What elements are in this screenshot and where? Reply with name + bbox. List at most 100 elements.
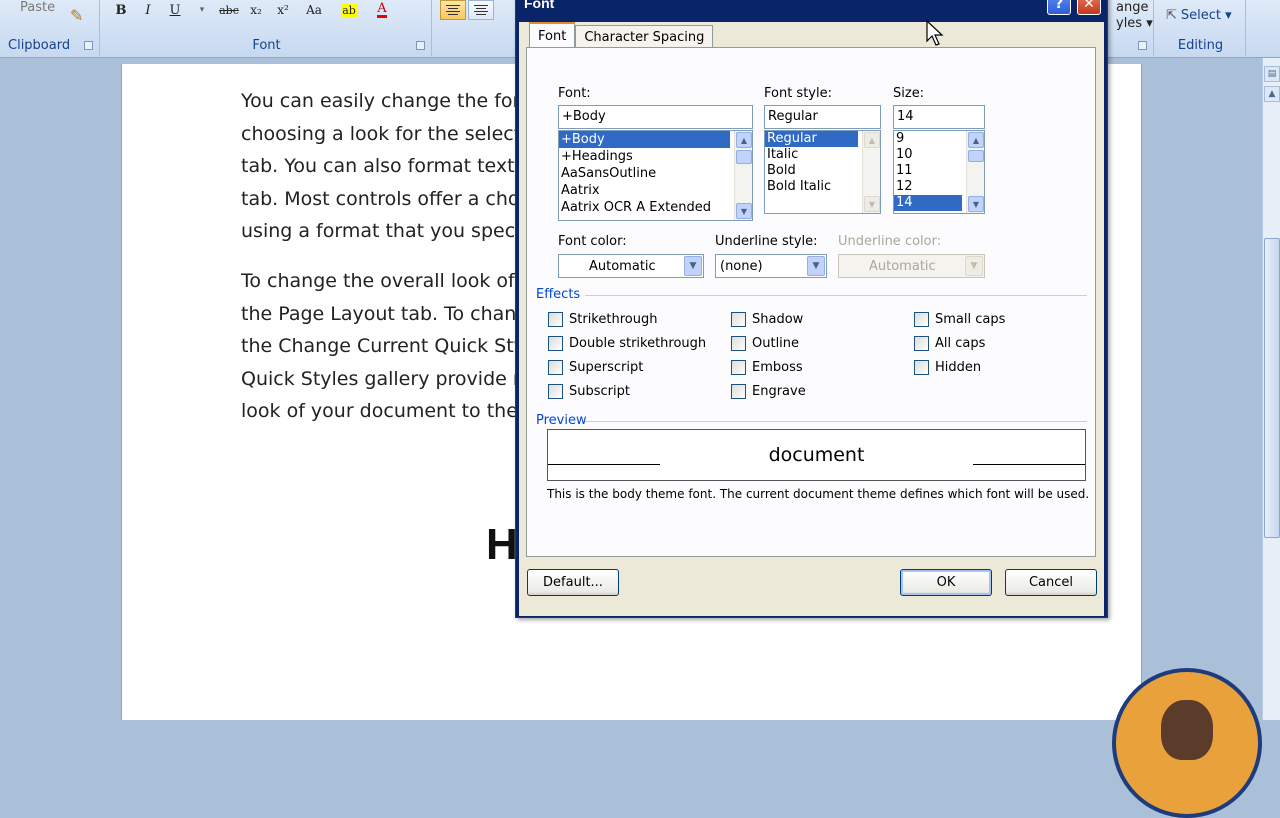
font-group-label: Font [252,38,281,53]
checkbox-label: All caps [935,336,986,351]
scroll-down-icon[interactable]: ▼ [736,203,752,219]
font-input[interactable]: +Body [558,105,753,129]
font-launcher-icon[interactable] [416,41,425,50]
document-heading[interactable]: H [486,520,518,570]
font-color-button[interactable]: A [367,0,397,20]
checkbox-box[interactable] [731,336,746,351]
scroll-up-icon[interactable]: ▲ [1264,86,1280,102]
help-icon[interactable]: ? [1047,0,1071,15]
superscript-checkbox[interactable]: Superscript [548,360,643,375]
tab-character-spacing[interactable]: Character Spacing [575,25,714,49]
italic-button[interactable]: I [135,0,161,20]
style-list-scrollbar[interactable]: ▲ ▼ [862,131,880,213]
underline-dropdown-icon[interactable]: ▾ [189,0,215,20]
paragraph-align-row [440,0,494,20]
font-list-item[interactable]: Aatrix OCR A Extended [559,199,752,216]
checkbox-box[interactable] [731,360,746,375]
cancel-button[interactable]: Cancel [1005,569,1097,596]
highlight-button[interactable]: ab [332,0,366,20]
scroll-up-icon[interactable]: ▲ [968,132,984,148]
scroll-up-icon[interactable]: ▲ [736,132,752,148]
font-style-input[interactable]: Regular [764,105,881,129]
change-styles-button[interactable]: ange yles ▾ [1116,0,1153,32]
scroll-thumb[interactable] [968,150,984,162]
font-tab-panel: Font: +Body +Body +Headings AaSansOutlin… [526,47,1096,557]
bold-button[interactable]: B [108,0,134,20]
superscript-button[interactable]: x² [270,0,296,20]
font-list-item[interactable]: +Body [559,131,730,148]
double-strikethrough-checkbox[interactable]: Double strikethrough [548,336,706,351]
emboss-checkbox[interactable]: Emboss [731,360,803,375]
select-button[interactable]: ⇱ Select ▾ [1166,8,1232,23]
checkbox-box[interactable] [731,384,746,399]
strikethrough-button[interactable]: abc [216,0,242,20]
underline-color-dropdown[interactable]: Automatic ▼ [838,254,985,278]
format-painter-icon[interactable]: ✎ [70,6,83,25]
outline-checkbox[interactable]: Outline [731,336,799,351]
font-color-dropdown[interactable]: Automatic ▼ [558,254,704,278]
subscript-checkbox[interactable]: Subscript [548,384,630,399]
font-style-list[interactable]: Regular Italic Bold Bold Italic ▲ ▼ [764,130,881,214]
document-paragraph-1[interactable]: You can easily change the for choosing a… [241,85,521,248]
font-list-item[interactable]: +Headings [559,148,752,165]
checkbox-box[interactable] [548,360,563,375]
small-caps-checkbox[interactable]: Small caps [914,312,1005,327]
underline-button[interactable]: U [162,0,188,20]
size-list-item[interactable]: 14 [894,195,962,211]
document-paragraph-2[interactable]: To change the overall look of the Page L… [241,265,525,428]
checkbox-box[interactable] [914,336,929,351]
default-button[interactable]: Default... [527,569,619,596]
align-left-button[interactable] [440,0,466,20]
doc-line: To change the overall look of [241,270,515,292]
style-list-item[interactable]: Regular [765,131,858,147]
scroll-down-icon[interactable]: ▼ [864,196,880,212]
hidden-checkbox[interactable]: Hidden [914,360,981,375]
scroll-down-icon[interactable]: ▼ [968,196,984,212]
checkbox-box[interactable] [548,312,563,327]
ok-button[interactable]: OK [900,569,992,596]
vertical-scrollbar[interactable]: ▤ ▲ [1262,58,1280,720]
ruler-toggle-icon[interactable]: ▤ [1264,66,1280,82]
clipboard-launcher-icon[interactable] [84,41,93,50]
close-icon[interactable]: ✕ [1077,0,1101,15]
scroll-up-icon[interactable]: ▲ [864,132,880,148]
size-list-scrollbar[interactable]: ▲ ▼ [966,131,984,213]
checkbox-box[interactable] [914,360,929,375]
checkbox-label: Outline [752,336,800,351]
doc-line: using a format that you speci [241,220,521,242]
checkbox-label: Shadow [752,312,804,327]
doc-line: look of your document to the [241,400,518,422]
select-label: Select ▾ [1180,8,1232,23]
size-list[interactable]: 9 10 11 12 14 ▲ ▼ [893,130,985,214]
preview-section-label: Preview [536,413,587,428]
font-list-scrollbar[interactable]: ▲ ▼ [734,131,752,220]
tab-font[interactable]: Font [529,22,576,49]
checkbox-box[interactable] [731,312,746,327]
checkbox-box[interactable] [548,336,563,351]
all-caps-checkbox[interactable]: All caps [914,336,985,351]
change-styles-line-2: yles ▾ [1116,16,1153,31]
underline-style-dropdown[interactable]: (none) ▼ [715,254,827,278]
styles-launcher-icon[interactable] [1138,41,1147,50]
strikethrough-checkbox[interactable]: Strikethrough [548,312,657,327]
subscript-button[interactable]: x₂ [243,0,269,20]
align-center-button[interactable] [468,0,494,20]
checkbox-box[interactable] [914,312,929,327]
checkbox-label: Strikethrough [569,312,658,327]
font-color-label: Font color: [558,234,627,249]
change-styles-line-1: ange [1116,0,1149,15]
checkbox-box[interactable] [548,384,563,399]
font-list-item[interactable]: AaSansOutline [559,165,752,182]
font-list-item[interactable]: Aatrix [559,182,752,199]
paste-button[interactable]: Paste [20,0,55,15]
chevron-down-icon[interactable]: ▼ [684,256,702,276]
chevron-down-icon[interactable]: ▼ [965,256,983,276]
scroll-thumb[interactable] [1264,238,1280,538]
scroll-thumb[interactable] [736,150,752,164]
change-case-button[interactable]: Aa [297,0,331,20]
chevron-down-icon[interactable]: ▼ [807,256,825,276]
shadow-checkbox[interactable]: Shadow [731,312,803,327]
engrave-checkbox[interactable]: Engrave [731,384,806,399]
font-list[interactable]: +Body +Headings AaSansOutline Aatrix Aat… [558,130,753,221]
size-input[interactable]: 14 [893,105,985,129]
